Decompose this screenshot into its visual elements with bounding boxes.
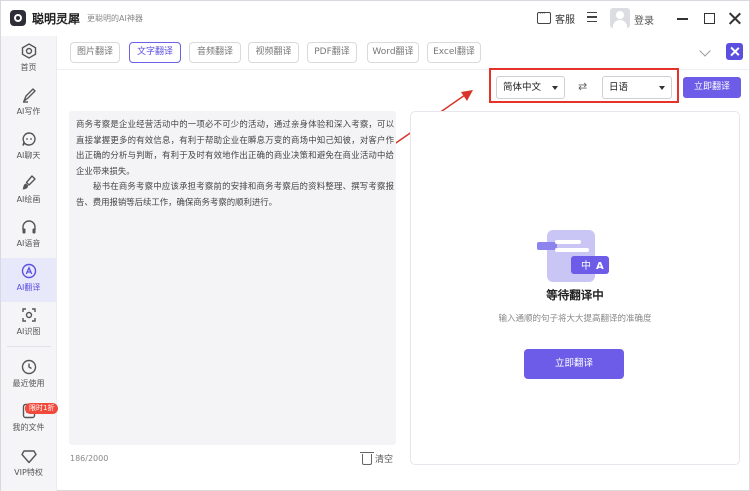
- chat-icon: [21, 132, 36, 146]
- sidebar-item-label: 最近使用: [12, 379, 45, 388]
- swap-languages-icon[interactable]: ⇄: [578, 80, 587, 93]
- waiting-title: 等待翻译中: [546, 288, 604, 302]
- waiting-subtitle: 输入通顺的句子将大大提高翻译的准确度: [498, 314, 652, 324]
- illustration-a-text: A: [596, 261, 604, 272]
- home-icon: [21, 43, 36, 59]
- tab-excel-translate[interactable]: Excel翻译: [427, 42, 481, 63]
- sidebar-item-label: 首页: [20, 63, 37, 72]
- sidebar-item-ai-translate[interactable]: AI翻译: [1, 258, 56, 302]
- login-link[interactable]: 登录: [634, 12, 654, 27]
- translate-now-button[interactable]: 立即翻译: [524, 349, 624, 379]
- target-language-value: 日语: [609, 82, 629, 93]
- illustration-zh-text: 中: [581, 259, 591, 272]
- clock-icon: [21, 359, 36, 375]
- sidebar-item-ai-image-recognition[interactable]: AI识图: [1, 302, 56, 346]
- avatar[interactable]: [610, 8, 630, 28]
- translate-icon: [21, 263, 36, 279]
- close-icon[interactable]: [727, 11, 741, 25]
- title-bar: 聪明灵犀 更聪明的AI神器 客服 登录: [1, 1, 749, 36]
- sidebar-item-label: AI绘画: [16, 195, 41, 204]
- source-language-select[interactable]: 简体中文: [496, 76, 565, 99]
- paint-icon: [22, 175, 36, 190]
- source-paragraph: 秘书在商务考察中应该承担考察前的安排和商务考察后的资料整理、撰写考察报告、费用报…: [76, 181, 394, 207]
- panel-close-icon[interactable]: [726, 43, 743, 60]
- sidebar-item-label: AI语音: [16, 239, 41, 248]
- sidebar-item-ai-paint[interactable]: AI绘画: [1, 170, 56, 214]
- trash-icon: [360, 452, 374, 465]
- tab-audio-translate[interactable]: 音频翻译: [189, 42, 241, 63]
- pen-icon: [22, 88, 36, 103]
- app-name: 聪明灵犀: [32, 12, 81, 26]
- sidebar-item-label: AI翻译: [16, 283, 41, 292]
- sidebar-item-recent[interactable]: 最近使用: [1, 354, 56, 398]
- menu-icon[interactable]: [587, 12, 597, 22]
- sidebar-item-ai-chat[interactable]: AI聊天: [1, 126, 56, 170]
- sidebar-item-label: AI聊天: [16, 151, 41, 160]
- source-paragraph: 商务考察是企业经营活动中的一项必不可少的活动，通过亲身体验和深入考察，可以直接掌…: [76, 119, 394, 176]
- character-count: 186/2000: [70, 454, 109, 463]
- app-slogan: 更聪明的AI神器: [87, 14, 143, 23]
- clear-button[interactable]: 清空: [360, 452, 394, 465]
- chevron-down-icon[interactable]: [699, 45, 711, 57]
- customer-service-icon: [537, 9, 551, 24]
- target-language-select[interactable]: 日语: [602, 76, 672, 99]
- minimize-icon[interactable]: [675, 11, 689, 25]
- tab-text-translate[interactable]: 文字翻译: [129, 42, 181, 63]
- translation-illustration: 中 A: [537, 230, 609, 282]
- sidebar: 首页 AI写作 AI聊天 AI绘画 AI语音 AI翻译 AI识图 最近使用 我的…: [1, 36, 57, 491]
- source-language-value: 简体中文: [503, 82, 542, 93]
- vip-discount-badge: 限时1折: [25, 403, 59, 414]
- sidebar-item-label: AI写作: [16, 107, 41, 116]
- sidebar-item-label: AI识图: [16, 327, 41, 336]
- tab-video-translate[interactable]: 视频翻译: [248, 42, 299, 63]
- tab-pdf-translate[interactable]: PDF翻译: [307, 42, 357, 63]
- caret-down-icon: [659, 86, 665, 90]
- scan-icon: [21, 308, 36, 322]
- customer-service-label: 客服: [555, 14, 575, 26]
- customer-service-button[interactable]: 客服: [537, 9, 575, 26]
- sidebar-item-label: 我的文件: [12, 423, 45, 432]
- tab-word-translate[interactable]: Word翻译: [367, 42, 419, 63]
- clear-label: 清空: [375, 455, 394, 465]
- app-logo-icon: [10, 10, 26, 26]
- tab-image-translate[interactable]: 图片翻译: [70, 42, 120, 63]
- translate-now-button-top[interactable]: 立即翻译: [683, 77, 741, 98]
- diamond-icon: [20, 450, 37, 464]
- maximize-icon[interactable]: [704, 13, 715, 24]
- sidebar-item-ai-voice[interactable]: AI语音: [1, 214, 56, 258]
- sidebar-item-home[interactable]: 首页: [1, 38, 56, 82]
- sidebar-item-vip[interactable]: VIP特权: [1, 443, 56, 487]
- app-window: 聪明灵犀 更聪明的AI神器 客服 登录 首页 AI写作 AI聊天 AI绘画: [0, 0, 750, 491]
- caret-down-icon: [552, 86, 558, 90]
- headphone-icon: [21, 220, 36, 234]
- sidebar-item-label: VIP特权: [14, 468, 43, 477]
- sidebar-divider: [7, 346, 51, 347]
- source-text[interactable]: 商务考察是企业经营活动中的一项必不可少的活动，通过亲身体验和深入考察，可以直接掌…: [76, 117, 394, 210]
- sidebar-item-ai-writing[interactable]: AI写作: [1, 82, 56, 126]
